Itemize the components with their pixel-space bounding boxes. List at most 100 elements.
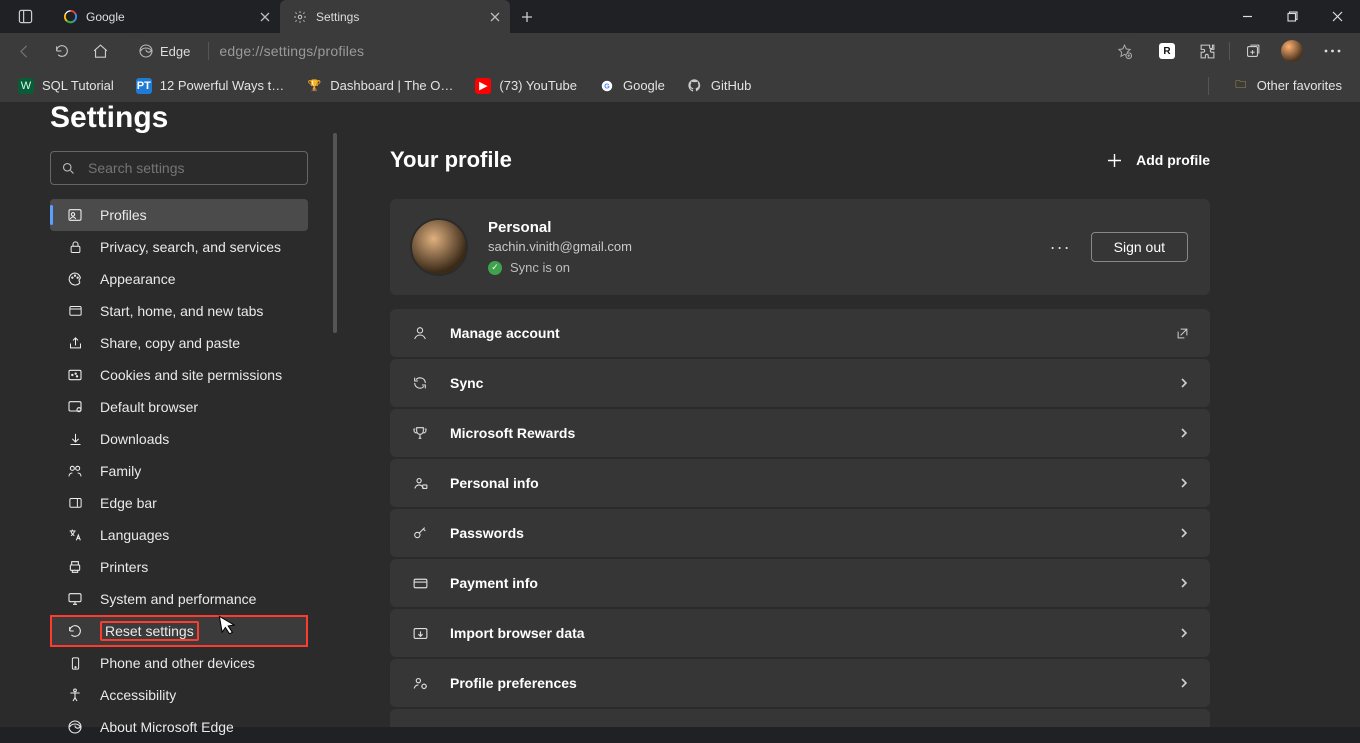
back-button[interactable] xyxy=(6,35,42,67)
profile-name: Personal xyxy=(488,219,632,236)
tab-settings[interactable]: Settings xyxy=(280,0,510,33)
nav-about[interactable]: About Microsoft Edge xyxy=(50,711,308,743)
search-input[interactable] xyxy=(88,160,297,176)
opt-sync[interactable]: Sync xyxy=(390,359,1210,407)
nav-family[interactable]: Family xyxy=(50,455,308,487)
nav-start[interactable]: Start, home, and new tabs xyxy=(50,295,308,327)
close-window-button[interactable] xyxy=(1315,0,1360,33)
bookmark-label: Dashboard | The O… xyxy=(330,78,453,93)
bookmark-pt[interactable]: PT12 Powerful Ways t… xyxy=(128,75,293,97)
chevron-right-icon xyxy=(1178,677,1190,689)
chevron-right-icon xyxy=(1178,527,1190,539)
separator xyxy=(1229,42,1230,60)
opt-label: Sync xyxy=(450,375,483,391)
opt-import[interactable]: Import browser data xyxy=(390,609,1210,657)
person-icon xyxy=(410,325,430,341)
extensions-button[interactable] xyxy=(1189,35,1225,67)
opt-manage-account[interactable]: Manage account xyxy=(390,309,1210,357)
profile-avatar[interactable] xyxy=(1274,35,1310,67)
nav-label: Edge bar xyxy=(100,495,157,511)
nav-phone[interactable]: Phone and other devices xyxy=(50,647,308,679)
nav-downloads[interactable]: Downloads xyxy=(50,423,308,455)
bookmark-dashboard[interactable]: 🏆Dashboard | The O… xyxy=(298,75,461,97)
favorite-button[interactable] xyxy=(1116,43,1133,60)
bookmark-label: Other favorites xyxy=(1257,78,1342,93)
signout-button[interactable]: Sign out xyxy=(1091,232,1188,262)
download-icon xyxy=(66,432,84,447)
nav-edge-bar[interactable]: Edge bar xyxy=(50,487,308,519)
browser-toolbar: Edge edge://settings/profiles R xyxy=(0,33,1360,69)
site-identity[interactable]: Edge xyxy=(130,43,198,59)
maximize-button[interactable] xyxy=(1270,0,1315,33)
nav-privacy[interactable]: Privacy, search, and services xyxy=(50,231,308,263)
settings-sidebar: Settings Profiles Privacy, search, and s… xyxy=(0,103,340,727)
share-icon xyxy=(66,336,84,351)
nav-default-browser[interactable]: Default browser xyxy=(50,391,308,423)
opt-payment[interactable]: Payment info xyxy=(390,559,1210,607)
profile-icon xyxy=(66,207,84,223)
svg-text:G: G xyxy=(604,83,610,90)
settings-nav: Profiles Privacy, search, and services A… xyxy=(14,199,326,743)
printer-icon xyxy=(66,559,84,575)
tab-actions-button[interactable] xyxy=(0,0,50,33)
nav-label: Downloads xyxy=(100,431,169,447)
settings-main: Your profile Add profile Personal sachin… xyxy=(340,103,1360,727)
more-menu-button[interactable] xyxy=(1314,35,1350,67)
key-icon xyxy=(410,525,430,541)
close-icon[interactable] xyxy=(260,12,270,22)
title-bar: Google Settings xyxy=(0,0,1360,33)
nav-printers[interactable]: Printers xyxy=(50,551,308,583)
close-icon[interactable] xyxy=(490,12,500,22)
opt-share-windows[interactable]: Share browsing data with other Windows f… xyxy=(390,709,1210,727)
bookmark-github[interactable]: GitHub xyxy=(679,75,759,97)
bookmark-google[interactable]: G Google xyxy=(591,75,673,97)
nav-label: Start, home, and new tabs xyxy=(100,303,263,319)
nav-system[interactable]: System and performance xyxy=(50,583,308,615)
nav-share[interactable]: Share, copy and paste xyxy=(50,327,308,359)
youtube-icon: ▶ xyxy=(475,78,491,94)
github-icon xyxy=(687,78,703,94)
add-profile-button[interactable]: Add profile xyxy=(1107,152,1210,168)
bookmarks-bar: WSQL Tutorial PT12 Powerful Ways t… 🏆Das… xyxy=(0,69,1360,103)
nav-accessibility[interactable]: Accessibility xyxy=(50,679,308,711)
lock-icon xyxy=(66,240,84,255)
opt-passwords[interactable]: Passwords xyxy=(390,509,1210,557)
refresh-button[interactable] xyxy=(44,35,80,67)
minimize-button[interactable] xyxy=(1225,0,1270,33)
rewards-button[interactable]: R xyxy=(1149,35,1185,67)
home-button[interactable] xyxy=(82,35,118,67)
chevron-right-icon xyxy=(1178,577,1190,589)
opt-preferences[interactable]: Profile preferences xyxy=(390,659,1210,707)
bookmark-youtube[interactable]: ▶(73) YouTube xyxy=(467,75,585,97)
settings-search[interactable] xyxy=(50,151,308,185)
other-favorites[interactable]: 🗀Other favorites xyxy=(1225,75,1350,97)
search-icon xyxy=(61,161,76,176)
chevron-right-icon xyxy=(1178,377,1190,389)
nav-label: Languages xyxy=(100,527,169,543)
nav-reset-settings[interactable]: Reset settings xyxy=(50,615,308,647)
nav-profiles[interactable]: Profiles xyxy=(50,199,308,231)
bookmark-label: Google xyxy=(623,78,665,93)
opt-label: Microsoft Rewards xyxy=(450,425,575,441)
opt-label: Personal info xyxy=(450,475,539,491)
chevron-right-icon xyxy=(1178,427,1190,439)
nav-languages[interactable]: Languages xyxy=(50,519,308,551)
profile-options: Manage account Sync Microsoft Rewards Pe… xyxy=(390,309,1210,727)
nav-label: Reset settings xyxy=(100,621,199,641)
nav-cookies[interactable]: Cookies and site permissions xyxy=(50,359,308,391)
collections-button[interactable] xyxy=(1234,35,1270,67)
bookmark-sql[interactable]: WSQL Tutorial xyxy=(10,75,122,97)
sidebar-scrollbar[interactable] xyxy=(333,133,337,333)
nav-appearance[interactable]: Appearance xyxy=(50,263,308,295)
trophy-icon xyxy=(410,425,430,441)
address-bar[interactable]: Edge edge://settings/profiles xyxy=(126,35,1141,67)
new-tab-button[interactable] xyxy=(510,0,544,33)
opt-rewards[interactable]: Microsoft Rewards xyxy=(390,409,1210,457)
tab-google[interactable]: Google xyxy=(50,0,280,33)
opt-label: Passwords xyxy=(450,525,524,541)
opt-personal-info[interactable]: Personal info xyxy=(390,459,1210,507)
profile-more-button[interactable]: ··· xyxy=(1050,237,1071,258)
settings-heading: Settings xyxy=(50,101,326,135)
paint-icon xyxy=(66,271,84,287)
edge-icon xyxy=(138,43,154,59)
